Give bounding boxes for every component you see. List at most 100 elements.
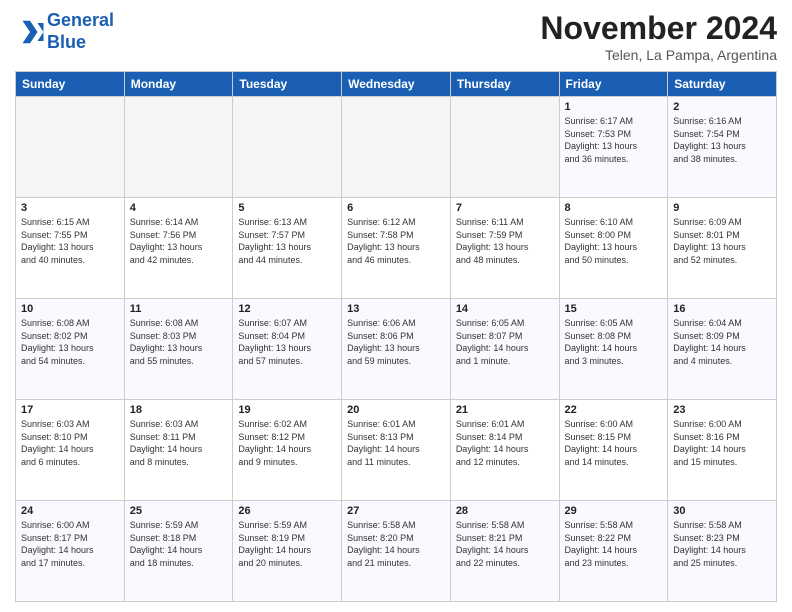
day-cell: 23 Sunrise: 6:00 AM Sunset: 8:16 PM Dayli… bbox=[668, 400, 777, 501]
col-thursday: Thursday bbox=[450, 72, 559, 97]
logo: General Blue bbox=[15, 10, 114, 53]
day-cell: 5Sunrise: 6:13 AM Sunset: 7:57 PM Daylig… bbox=[233, 198, 342, 299]
day-number: 18 bbox=[130, 404, 228, 416]
day-number: 27 bbox=[347, 505, 445, 517]
day-cell bbox=[342, 97, 451, 198]
day-number: 21 bbox=[456, 404, 554, 416]
day-info: Sunrise: 6:05 AM Sunset: 8:08 PM Dayligh… bbox=[565, 317, 663, 367]
week-row-1: 1Sunrise: 6:17 AM Sunset: 7:53 PM Daylig… bbox=[16, 97, 777, 198]
day-cell: 22 Sunrise: 6:00 AM Sunset: 8:15 PM Dayli… bbox=[559, 400, 668, 501]
week-row-4: 17 Sunrise: 6:03 AM Sunset: 8:10 PM Dayli… bbox=[16, 400, 777, 501]
day-info: Sunrise: 6:01 AM Sunset: 8:14 PM Dayligh… bbox=[456, 418, 554, 468]
logo-blue: Blue bbox=[47, 32, 86, 52]
col-saturday: Saturday bbox=[668, 72, 777, 97]
day-number: 17 bbox=[21, 404, 119, 416]
day-number: 11 bbox=[130, 303, 228, 315]
day-cell: 19 Sunrise: 6:02 AM Sunset: 8:12 PM Dayli… bbox=[233, 400, 342, 501]
day-cell bbox=[233, 97, 342, 198]
day-info: Sunrise: 6:04 AM Sunset: 8:09 PM Dayligh… bbox=[673, 317, 771, 367]
day-number: 29 bbox=[565, 505, 663, 517]
day-number: 22 bbox=[565, 404, 663, 416]
day-info: Sunrise: 6:15 AM Sunset: 7:55 PM Dayligh… bbox=[21, 216, 119, 266]
day-cell: 13Sunrise: 6:06 AM Sunset: 8:06 PM Dayli… bbox=[342, 299, 451, 400]
day-number: 15 bbox=[565, 303, 663, 315]
col-wednesday: Wednesday bbox=[342, 72, 451, 97]
day-cell: 20 Sunrise: 6:01 AM Sunset: 8:13 PM Dayli… bbox=[342, 400, 451, 501]
day-info: Sunrise: 5:58 AM Sunset: 8:22 PM Dayligh… bbox=[565, 519, 663, 569]
day-info: Sunrise: 6:09 AM Sunset: 8:01 PM Dayligh… bbox=[673, 216, 771, 266]
day-info: Sunrise: 5:59 AM Sunset: 8:18 PM Dayligh… bbox=[130, 519, 228, 569]
day-number: 3 bbox=[21, 202, 119, 214]
day-cell: 30 Sunrise: 5:58 AM Sunset: 8:23 PM Dayli… bbox=[668, 501, 777, 602]
day-cell: 27 Sunrise: 5:58 AM Sunset: 8:20 PM Dayli… bbox=[342, 501, 451, 602]
day-number: 14 bbox=[456, 303, 554, 315]
day-cell: 1Sunrise: 6:17 AM Sunset: 7:53 PM Daylig… bbox=[559, 97, 668, 198]
day-cell: 3 Sunrise: 6:15 AM Sunset: 7:55 PM Daylig… bbox=[16, 198, 125, 299]
day-info: Sunrise: 6:03 AM Sunset: 8:10 PM Dayligh… bbox=[21, 418, 119, 468]
day-number: 24 bbox=[21, 505, 119, 517]
day-number: 10 bbox=[21, 303, 119, 315]
day-info: Sunrise: 6:16 AM Sunset: 7:54 PM Dayligh… bbox=[673, 115, 771, 165]
day-cell: 8 Sunrise: 6:10 AM Sunset: 8:00 PM Daylig… bbox=[559, 198, 668, 299]
day-info: Sunrise: 6:10 AM Sunset: 8:00 PM Dayligh… bbox=[565, 216, 663, 266]
header: General Blue November 2024 Telen, La Pam… bbox=[15, 10, 777, 63]
day-number: 7 bbox=[456, 202, 554, 214]
day-number: 23 bbox=[673, 404, 771, 416]
day-cell: 12Sunrise: 6:07 AM Sunset: 8:04 PM Dayli… bbox=[233, 299, 342, 400]
col-monday: Monday bbox=[124, 72, 233, 97]
col-friday: Friday bbox=[559, 72, 668, 97]
day-cell: 29 Sunrise: 5:58 AM Sunset: 8:22 PM Dayli… bbox=[559, 501, 668, 602]
day-cell: 21 Sunrise: 6:01 AM Sunset: 8:14 PM Dayli… bbox=[450, 400, 559, 501]
day-number: 2 bbox=[673, 101, 771, 113]
day-info: Sunrise: 6:00 AM Sunset: 8:16 PM Dayligh… bbox=[673, 418, 771, 468]
day-cell: 14 Sunrise: 6:05 AM Sunset: 8:07 PM Dayli… bbox=[450, 299, 559, 400]
day-number: 9 bbox=[673, 202, 771, 214]
day-number: 30 bbox=[673, 505, 771, 517]
day-cell: 17 Sunrise: 6:03 AM Sunset: 8:10 PM Dayli… bbox=[16, 400, 125, 501]
day-number: 8 bbox=[565, 202, 663, 214]
day-cell: 28Sunrise: 5:58 AM Sunset: 8:21 PM Dayli… bbox=[450, 501, 559, 602]
calendar-table: Sunday Monday Tuesday Wednesday Thursday… bbox=[15, 71, 777, 602]
week-row-2: 3 Sunrise: 6:15 AM Sunset: 7:55 PM Daylig… bbox=[16, 198, 777, 299]
col-tuesday: Tuesday bbox=[233, 72, 342, 97]
day-number: 25 bbox=[130, 505, 228, 517]
day-cell bbox=[16, 97, 125, 198]
day-info: Sunrise: 5:58 AM Sunset: 8:20 PM Dayligh… bbox=[347, 519, 445, 569]
day-cell: 11 Sunrise: 6:08 AM Sunset: 8:03 PM Dayli… bbox=[124, 299, 233, 400]
location: Telen, La Pampa, Argentina bbox=[540, 47, 777, 63]
day-info: Sunrise: 6:11 AM Sunset: 7:59 PM Dayligh… bbox=[456, 216, 554, 266]
day-number: 16 bbox=[673, 303, 771, 315]
day-number: 20 bbox=[347, 404, 445, 416]
day-info: Sunrise: 6:12 AM Sunset: 7:58 PM Dayligh… bbox=[347, 216, 445, 266]
day-number: 6 bbox=[347, 202, 445, 214]
day-cell: 18 Sunrise: 6:03 AM Sunset: 8:11 PM Dayli… bbox=[124, 400, 233, 501]
page: General Blue November 2024 Telen, La Pam… bbox=[0, 0, 792, 612]
header-row: Sunday Monday Tuesday Wednesday Thursday… bbox=[16, 72, 777, 97]
day-info: Sunrise: 6:01 AM Sunset: 8:13 PM Dayligh… bbox=[347, 418, 445, 468]
day-number: 19 bbox=[238, 404, 336, 416]
week-row-3: 10Sunrise: 6:08 AM Sunset: 8:02 PM Dayli… bbox=[16, 299, 777, 400]
col-sunday: Sunday bbox=[16, 72, 125, 97]
day-info: Sunrise: 6:05 AM Sunset: 8:07 PM Dayligh… bbox=[456, 317, 554, 367]
day-info: Sunrise: 6:08 AM Sunset: 8:03 PM Dayligh… bbox=[130, 317, 228, 367]
day-number: 13 bbox=[347, 303, 445, 315]
day-cell bbox=[450, 97, 559, 198]
day-info: Sunrise: 6:02 AM Sunset: 8:12 PM Dayligh… bbox=[238, 418, 336, 468]
day-number: 28 bbox=[456, 505, 554, 517]
day-cell: 2 Sunrise: 6:16 AM Sunset: 7:54 PM Daylig… bbox=[668, 97, 777, 198]
calendar-body: 1Sunrise: 6:17 AM Sunset: 7:53 PM Daylig… bbox=[16, 97, 777, 602]
day-cell: 6 Sunrise: 6:12 AM Sunset: 7:58 PM Daylig… bbox=[342, 198, 451, 299]
day-cell: 4Sunrise: 6:14 AM Sunset: 7:56 PM Daylig… bbox=[124, 198, 233, 299]
day-info: Sunrise: 6:00 AM Sunset: 8:15 PM Dayligh… bbox=[565, 418, 663, 468]
day-info: Sunrise: 6:17 AM Sunset: 7:53 PM Dayligh… bbox=[565, 115, 663, 165]
day-number: 4 bbox=[130, 202, 228, 214]
calendar-header: Sunday Monday Tuesday Wednesday Thursday… bbox=[16, 72, 777, 97]
day-info: Sunrise: 5:58 AM Sunset: 8:23 PM Dayligh… bbox=[673, 519, 771, 569]
logo-icon bbox=[15, 17, 45, 47]
day-info: Sunrise: 6:03 AM Sunset: 8:11 PM Dayligh… bbox=[130, 418, 228, 468]
day-cell: 10Sunrise: 6:08 AM Sunset: 8:02 PM Dayli… bbox=[16, 299, 125, 400]
day-cell: 7 Sunrise: 6:11 AM Sunset: 7:59 PM Daylig… bbox=[450, 198, 559, 299]
day-cell bbox=[124, 97, 233, 198]
day-number: 12 bbox=[238, 303, 336, 315]
day-cell: 16 Sunrise: 6:04 AM Sunset: 8:09 PM Dayli… bbox=[668, 299, 777, 400]
